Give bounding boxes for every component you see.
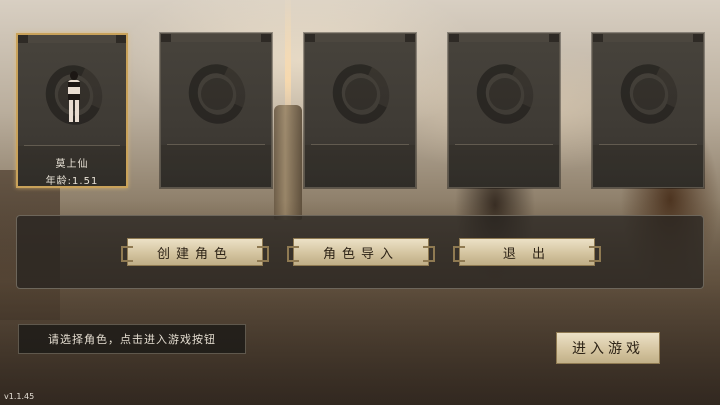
- character-slot-3[interactable]: [304, 33, 416, 188]
- slot-info-band: [305, 145, 415, 187]
- ink-circle-center: [489, 78, 521, 110]
- exit-button[interactable]: 退 出: [453, 238, 601, 266]
- version-label: v1.1.45: [4, 392, 35, 401]
- character-avatar: [65, 71, 83, 123]
- hint-message: 请选择角色，点击进入游戏按钮: [18, 324, 246, 354]
- character-slot-4[interactable]: [448, 33, 560, 188]
- ink-circle-center: [201, 78, 233, 110]
- slot-divider: [599, 144, 697, 145]
- ink-circle-center: [633, 78, 665, 110]
- action-panel: 创建角色 角色导入 退 出: [16, 215, 704, 289]
- character-age: 年龄:1.51: [45, 176, 99, 187]
- light-beam: [285, 0, 291, 115]
- character-slot-1[interactable]: 莫上仙 年龄:1.51: [16, 33, 128, 188]
- character-slot-5[interactable]: [592, 33, 704, 188]
- slot-info-band: [449, 145, 559, 187]
- slot-divider: [167, 144, 265, 145]
- enter-game-button[interactable]: 进入游戏: [556, 332, 660, 364]
- slot-divider: [455, 144, 553, 145]
- slot-divider: [24, 145, 120, 146]
- slot-info-band: [161, 145, 271, 187]
- character-name: 莫上仙: [55, 159, 89, 170]
- create-character-button[interactable]: 创建角色: [121, 238, 269, 266]
- character-slot-2[interactable]: [160, 33, 272, 188]
- ink-circle-center: [345, 78, 377, 110]
- slot-info-band: [593, 145, 703, 187]
- import-character-button[interactable]: 角色导入: [287, 238, 435, 266]
- slot-divider: [311, 144, 409, 145]
